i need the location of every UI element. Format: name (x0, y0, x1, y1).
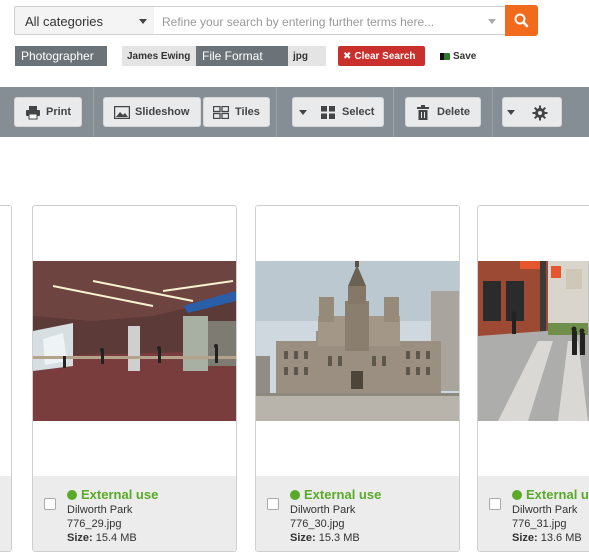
asset-select-checkbox[interactable] (267, 498, 279, 510)
tiles-label: Tiles (235, 106, 260, 118)
search-placeholder: Refine your search by entering further t… (162, 15, 435, 29)
caret-down-icon (139, 19, 147, 24)
asset-thumbnail[interactable] (256, 261, 459, 421)
asset-select-checkbox[interactable] (44, 498, 56, 510)
tiles-button[interactable]: Tiles (203, 97, 270, 127)
asset-card-partial[interactable] (0, 205, 12, 552)
asset-card-footer: External use Dilworth Park 776_30.jpg Si… (256, 476, 459, 551)
toolbar: Print Slideshow Tiles Select Delete (0, 87, 589, 137)
save-label: Save (453, 51, 477, 62)
asset-card[interactable]: External use Dilworth Park 776_29.jpg Si… (32, 205, 237, 552)
search-icon (514, 13, 529, 28)
select-button[interactable]: Select (292, 97, 384, 127)
filter-key: Photographer (15, 46, 107, 66)
toolbar-divider (393, 87, 394, 137)
select-label: Select (342, 106, 375, 118)
save-icon (440, 53, 450, 60)
search-input[interactable]: Refine your search by entering further t… (154, 6, 506, 35)
asset-location: Dilworth Park (512, 504, 578, 516)
save-search-link[interactable]: Save (440, 51, 476, 62)
size-label: Size: (290, 532, 316, 544)
usage-status-label: External use (81, 487, 159, 502)
gear-icon (532, 105, 548, 121)
close-icon: ✖ (343, 51, 352, 62)
filter-value: jpg (288, 46, 326, 66)
usage-status-label: External use (304, 487, 382, 502)
asset-location: Dilworth Park (290, 504, 356, 516)
grid-icon (321, 106, 335, 119)
filter-key: File Format (196, 46, 288, 66)
clear-search-button[interactable]: ✖ Clear Search (338, 46, 425, 66)
tiles-icon (213, 106, 229, 119)
usage-status-label: External use (526, 487, 589, 502)
subway-concourse-photo (33, 261, 236, 421)
plaza-photo (478, 261, 589, 421)
slideshow-button[interactable]: Slideshow (103, 97, 201, 127)
caret-down-icon[interactable] (488, 19, 496, 24)
caret-down-icon (507, 110, 515, 115)
size-value: 15.3 MB (318, 532, 360, 544)
toolbar-divider (93, 87, 94, 137)
toolbar-divider (492, 87, 493, 137)
size-value: 15.4 MB (95, 532, 137, 544)
delete-button[interactable]: Delete (405, 97, 481, 127)
asset-filename: 776_30.jpg (290, 518, 345, 530)
filter-tag-file-format[interactable]: File Format jpg (196, 46, 326, 66)
filter-value: James Ewing (122, 46, 199, 66)
asset-location: Dilworth Park (67, 504, 133, 516)
asset-select-checkbox[interactable] (489, 498, 501, 510)
asset-card[interactable]: External use Dilworth Park 776_31.jpg Si… (477, 205, 589, 552)
status-dot-icon (290, 490, 300, 500)
asset-card[interactable]: External use Dilworth Park 776_30.jpg Si… (255, 205, 460, 552)
toolbar-divider (276, 87, 277, 137)
asset-browser: All categories Refine your search by ent… (0, 0, 589, 558)
asset-thumbnail[interactable] (33, 261, 236, 421)
usage-status: External use (67, 487, 158, 502)
asset-size: Size: 15.3 MB (290, 532, 360, 544)
status-dot-icon (512, 490, 522, 500)
print-button[interactable]: Print (14, 97, 82, 127)
category-select-value: All categories (25, 14, 104, 29)
slideshow-label: Slideshow (135, 106, 190, 118)
size-label: Size: (67, 532, 93, 544)
clear-search-label: Clear Search (354, 51, 416, 62)
asset-filename: 776_29.jpg (67, 518, 122, 530)
city-hall-photo (256, 261, 459, 421)
trash-icon (417, 105, 429, 120)
image-icon (114, 106, 130, 119)
printer-icon (26, 106, 40, 120)
asset-size: Size: 13.6 MB (512, 532, 582, 544)
asset-card-footer: External use Dilworth Park 776_31.jpg Si… (478, 476, 589, 551)
asset-thumbnail[interactable] (478, 261, 589, 421)
print-label: Print (46, 106, 72, 118)
search-button[interactable] (505, 5, 538, 36)
asset-filename: 776_31.jpg (512, 518, 567, 530)
delete-label: Delete (437, 106, 471, 118)
caret-down-icon (299, 110, 307, 115)
asset-card-footer: External use Dilworth Park 776_29.jpg Si… (33, 476, 236, 551)
size-value: 13.6 MB (540, 532, 582, 544)
size-label: Size: (512, 532, 538, 544)
usage-status: External use (512, 487, 589, 502)
usage-status: External use (290, 487, 381, 502)
filter-tag-photographer[interactable]: Photographer James Ewing (15, 46, 199, 66)
asset-card-footer (0, 476, 11, 551)
asset-size: Size: 15.4 MB (67, 532, 137, 544)
status-dot-icon (67, 490, 77, 500)
category-select[interactable]: All categories (14, 6, 155, 35)
settings-menu-button[interactable] (502, 97, 562, 127)
